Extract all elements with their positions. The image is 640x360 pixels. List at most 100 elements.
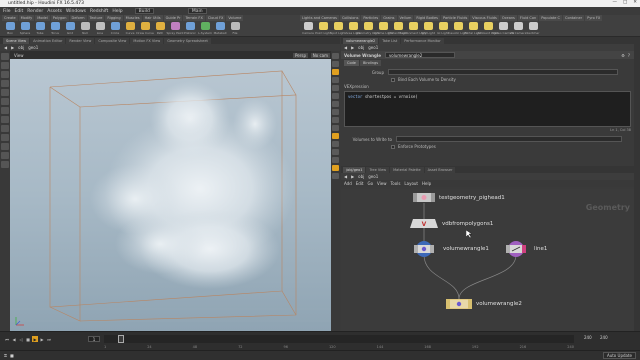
shelf-tab-6[interactable]: Rigging xyxy=(105,15,123,21)
shelf-tool-l-system[interactable]: L-System xyxy=(198,22,212,35)
shelf-tab-10[interactable]: Terrain FX xyxy=(183,15,205,21)
timeline-bar[interactable]: 1 24 48 72 96 120 144 168 192 216 240 xyxy=(104,335,574,349)
shelf-right-tab-12[interactable]: Pyro FX xyxy=(585,15,603,21)
tab-geometry-spreadsheet[interactable]: Geometry Spreadsheet xyxy=(164,37,211,44)
light-icon[interactable] xyxy=(1,152,9,159)
menu-file[interactable]: File xyxy=(3,9,11,14)
shelf-right-tab-7[interactable]: Viscous Fluids xyxy=(470,15,499,21)
tab-animation-editor[interactable]: Animation Editor xyxy=(30,37,66,44)
shelf-right-tab-10[interactable]: Populate C xyxy=(539,15,562,21)
node-testgeometry-pighead1[interactable]: testgeometry_pighead1 xyxy=(413,193,505,202)
bind-each-checkbox[interactable] xyxy=(391,77,395,82)
context-dropdown[interactable]: Main xyxy=(187,8,207,14)
jump-end-icon[interactable]: ⏭ xyxy=(46,336,52,342)
network-menu-go[interactable]: Go xyxy=(368,181,374,186)
wireframe-icon[interactable] xyxy=(332,69,339,75)
shelf-tool-box[interactable]: Box xyxy=(4,22,16,35)
menu-assets[interactable]: Assets xyxy=(47,9,62,14)
shelf-tool-file[interactable]: File xyxy=(229,22,241,35)
network-menu-tools[interactable]: Tools xyxy=(391,181,401,186)
shelf-tool-path[interactable]: Path xyxy=(154,22,166,35)
shelf-tab-0[interactable]: Create xyxy=(2,15,18,21)
vex-code-editor[interactable]: vector shortestpos = vrnoise( xyxy=(344,91,631,127)
node-volumewrangle1[interactable]: volumewrangle1 xyxy=(409,241,489,257)
jump-start-icon[interactable]: ⏮ xyxy=(4,336,10,342)
shelf-tab-11[interactable]: Cloud FX xyxy=(205,15,226,21)
network-editor-canvas[interactable]: Geometry testgeometry_pighead1 V vdbfrom… xyxy=(341,189,634,331)
shelf-tool-line[interactable]: Line xyxy=(94,22,106,35)
tab-render-view[interactable]: Render View xyxy=(66,37,95,44)
shelf-tool-switcher[interactable]: Switcher xyxy=(527,22,540,35)
step-forward-icon[interactable]: ▶ xyxy=(39,336,45,342)
background-icon[interactable] xyxy=(332,149,339,155)
shelf-tool-metaball[interactable]: Metaball xyxy=(214,22,226,35)
shelf-right-tab-3[interactable]: Grains xyxy=(381,15,397,21)
path-geo1[interactable]: geo1 xyxy=(368,45,378,50)
shelf-tab-1[interactable]: Modify xyxy=(18,15,35,21)
brush-icon[interactable] xyxy=(1,134,9,141)
minimize-icon[interactable]: — xyxy=(612,0,617,5)
render-region-icon[interactable] xyxy=(332,173,339,179)
handle-icon[interactable] xyxy=(1,89,9,96)
shelf-tab-2[interactable]: Model xyxy=(35,15,50,21)
camera-lock-icon[interactable] xyxy=(332,117,339,123)
shelf-tab-7[interactable]: Muscles xyxy=(123,15,142,21)
shelf-right-tab-2[interactable]: Particles xyxy=(361,15,381,21)
normals-icon[interactable] xyxy=(332,93,339,99)
key-icon[interactable]: ⚿ xyxy=(4,353,7,358)
path-obj[interactable]: obj xyxy=(18,45,24,50)
volumes-field[interactable] xyxy=(396,136,622,142)
help-icon[interactable]: ? xyxy=(628,53,630,58)
shelf-tool-stereo-camera[interactable]: Stereo Camera xyxy=(492,22,514,35)
shelf-tab-3[interactable]: Polygon xyxy=(50,15,69,21)
back-icon[interactable]: ◀ xyxy=(344,174,347,179)
shelf-tool-caustic-light[interactable]: Caustic Light xyxy=(448,22,468,35)
tab-scene-view[interactable]: Scene View xyxy=(3,37,30,44)
close-icon[interactable]: ✕ xyxy=(633,0,637,5)
shelf-tab-9[interactable]: Guide Pr xyxy=(163,15,183,21)
shelf-tool-volume-light[interactable]: Volume Light xyxy=(373,22,393,35)
network-menu-edit[interactable]: Edit xyxy=(356,181,364,186)
shelf-right-tab-1[interactable]: Collisions xyxy=(339,15,361,21)
back-icon[interactable]: ◀ xyxy=(4,45,7,50)
shelf-tool-camera[interactable]: Camera xyxy=(302,22,314,35)
shelf-tab-5[interactable]: Texture xyxy=(87,15,105,21)
tab-motion-fx-view[interactable]: Motion FX View xyxy=(130,37,164,44)
select-icon[interactable] xyxy=(1,53,9,60)
path-geo1[interactable]: geo1 xyxy=(28,45,38,50)
shelf-right-tab-4[interactable]: Vellum xyxy=(397,15,414,21)
enforce-checkbox[interactable] xyxy=(391,144,395,149)
param-tab-1[interactable]: Take List xyxy=(379,37,401,44)
tab-code[interactable]: Code xyxy=(344,60,359,66)
tab-bindings[interactable]: Bindings xyxy=(359,60,382,66)
shelf-tab-4[interactable]: Deform xyxy=(69,15,87,21)
shelf-right-tab-9[interactable]: Fluid Con xyxy=(517,15,539,21)
scale-icon[interactable] xyxy=(1,80,9,87)
shelf-tool-spot-light[interactable]: Spot Light xyxy=(330,22,346,35)
play-icon[interactable]: ▶ xyxy=(32,336,38,342)
render-icon[interactable] xyxy=(1,161,9,168)
cam-button[interactable]: No cam xyxy=(310,52,330,58)
camera-icon[interactable] xyxy=(1,143,9,150)
node-volumewrangle2[interactable]: volumewrangle2 xyxy=(446,299,522,309)
shelf-tab-8[interactable]: Hair Utils xyxy=(142,15,163,21)
group-field[interactable] xyxy=(388,69,618,75)
network-menu-add[interactable]: Add xyxy=(344,181,352,186)
stop-icon[interactable]: ■ xyxy=(25,336,31,342)
magnet-icon[interactable] xyxy=(1,125,9,132)
network-menu-view[interactable]: View xyxy=(377,181,387,186)
network-tab-0[interactable]: /obj/geo1 xyxy=(343,166,366,173)
shelf-tool-platonic[interactable]: Platonic xyxy=(184,22,196,35)
step-back-icon[interactable]: ◀ xyxy=(11,336,17,342)
param-tab-0[interactable]: volumewrangle2 xyxy=(343,37,379,44)
shading-icon[interactable] xyxy=(332,61,339,67)
shelf-right-tab-11[interactable]: Container xyxy=(563,15,585,21)
viewport[interactable] xyxy=(10,59,332,331)
node-line1[interactable]: line1 xyxy=(502,241,547,257)
display-options-icon[interactable] xyxy=(332,53,339,59)
forward-icon[interactable]: ▶ xyxy=(11,45,14,50)
shelf-right-tab-6[interactable]: Particle Fluids xyxy=(441,15,470,21)
shelf-right-tab-5[interactable]: Rigid Bodies xyxy=(414,15,441,21)
shelf-tool-sky-light[interactable]: Sky Light xyxy=(421,22,435,35)
node-name-field[interactable]: volumewrangle2 xyxy=(384,52,455,58)
